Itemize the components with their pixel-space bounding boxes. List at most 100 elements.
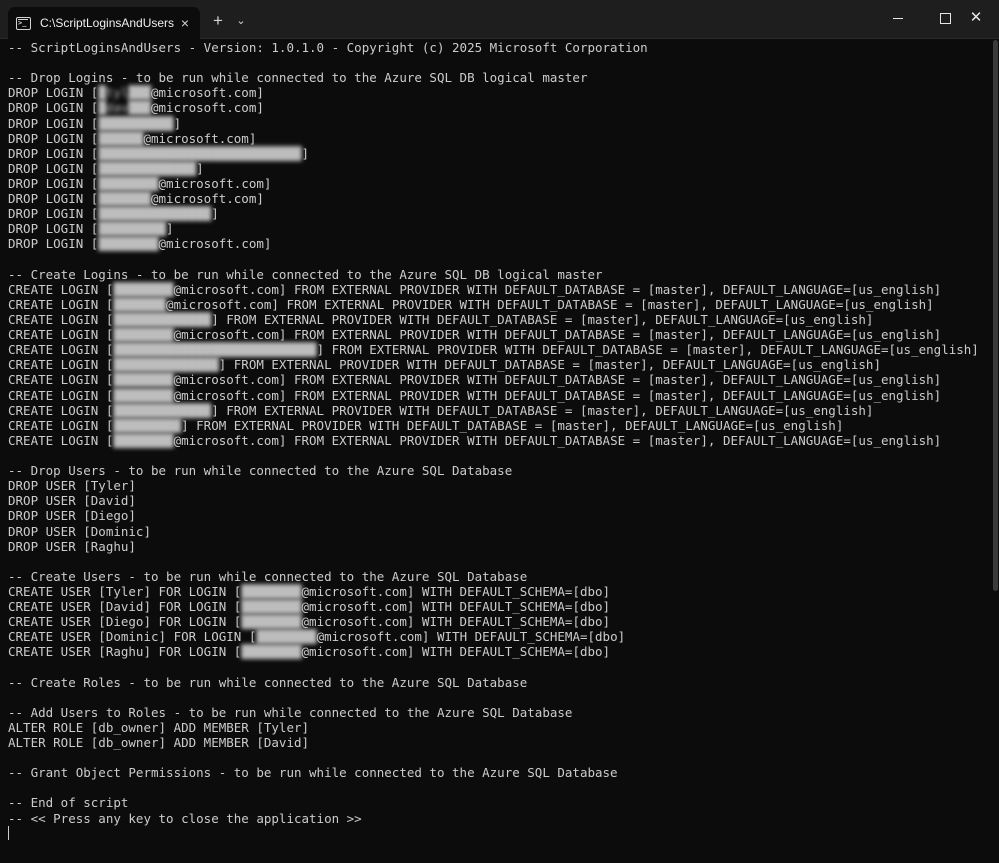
console-line: DROP USER [Dominic]: [8, 524, 992, 539]
console-line: -- << Press any key to close the applica…: [8, 811, 992, 826]
console-text: -- Add Users to Roles - to be run while …: [8, 704, 573, 720]
console-line: -- ScriptLoginsAndUsers - Version: 1.0.1…: [8, 40, 992, 55]
redacted-name: ███████████████: [98, 206, 212, 222]
console-text: ]: [166, 221, 174, 237]
console-text: @microsoft.com]: [151, 191, 264, 207]
console-text: ] FROM EXTERNAL PROVIDER WITH DEFAULT_DA…: [316, 342, 979, 358]
scrollbar[interactable]: [992, 40, 998, 860]
console-text: CREATE LOGIN [: [8, 402, 114, 418]
redacted-name: ██████████████: [113, 357, 219, 373]
console-text: @microsoft.com] FROM EXTERNAL PROVIDER W…: [173, 327, 942, 343]
redacted-name: █████████: [98, 221, 167, 237]
minimize-icon[interactable]: [875, 0, 921, 36]
title-bar: C:\ScriptLoginsAndUsers\Scrip × + ⌄ ✕: [0, 0, 999, 39]
console-text: CREATE LOGIN [: [8, 357, 114, 373]
redacted-name: ███████: [98, 191, 151, 207]
console-text: @microsoft.com] FROM EXTERNAL PROVIDER W…: [173, 281, 942, 297]
console-text: -- Create Logins - to be run while conne…: [8, 266, 603, 282]
redacted-name: ████████: [241, 644, 302, 660]
console-text: DROP USER [Raghu]: [8, 538, 136, 554]
redacted-name: ████████: [98, 236, 159, 252]
console-text: DROP USER [David]: [8, 493, 136, 509]
plus-icon[interactable]: +: [208, 11, 228, 31]
console-line: CREATE LOGIN [█████████████] FROM EXTERN…: [8, 312, 992, 327]
console-line: DROP USER [Diego]: [8, 508, 992, 523]
console-text: -- End of script: [8, 795, 129, 811]
console-text: @microsoft.com]: [158, 175, 272, 191]
console-text: @microsoft.com] FROM EXTERNAL PROVIDER W…: [173, 432, 942, 448]
console-text: @microsoft.com] WITH DEFAULT_SCHEMA=[dbo…: [301, 599, 611, 615]
console-text: DROP LOGIN [: [8, 160, 99, 176]
console-line: CREATE LOGIN [████████@microsoft.com] FR…: [8, 327, 992, 342]
console-line: DROP LOGIN [███████████████████████████]: [8, 146, 992, 161]
console-text: CREATE LOGIN [: [8, 372, 114, 388]
console-text: ALTER ROLE [db_owner] ADD MEMBER [Tyler]: [8, 719, 310, 735]
console-line: CREATE LOGIN [██████████████] FROM EXTER…: [8, 357, 992, 372]
redacted-name: ████████: [241, 614, 302, 630]
tab-title: C:\ScriptLoginsAndUsers\Scrip: [40, 16, 174, 30]
redacted-name: ████████: [98, 175, 159, 191]
console-text: CREATE LOGIN [: [8, 342, 114, 358]
console-text: DROP LOGIN [: [8, 130, 99, 146]
console-line: -- Add Users to Roles - to be run while …: [8, 705, 992, 720]
console-text: CREATE LOGIN [: [8, 296, 114, 312]
terminal-tab[interactable]: C:\ScriptLoginsAndUsers\Scrip ×: [8, 7, 200, 39]
console-line: -- Create Users - to be run while connec…: [8, 569, 992, 584]
console-text: CREATE USER [Raghu] FOR LOGIN [: [8, 644, 242, 660]
console-text: ] FROM EXTERNAL PROVIDER WITH DEFAULT_DA…: [181, 417, 844, 433]
redacted-name: ████████: [241, 599, 302, 615]
console-line: -- Drop Logins - to be run while connect…: [8, 70, 992, 85]
redacted-name: ██████: [98, 130, 144, 146]
console-text: CREATE LOGIN [: [8, 432, 114, 448]
console-text: DROP USER [Tyler]: [8, 478, 136, 494]
chevron-down-icon[interactable]: ⌄: [231, 11, 251, 31]
redacted-name: █████████████: [98, 160, 197, 176]
console-text: DROP LOGIN [: [8, 175, 99, 191]
redacted-name: █████████████: [113, 402, 212, 418]
console-text: @microsoft.com] FROM EXTERNAL PROVIDER W…: [173, 372, 942, 388]
redacted-name: ████████: [256, 629, 317, 645]
close-icon[interactable]: ×: [178, 15, 192, 31]
console-line: CREATE USER [David] FOR LOGIN [████████@…: [8, 599, 992, 614]
close-window-icon[interactable]: ✕: [953, 0, 999, 36]
console-line: DROP USER [Tyler]: [8, 478, 992, 493]
console-line: ALTER ROLE [db_owner] ADD MEMBER [David]: [8, 735, 992, 750]
console-text: @microsoft.com] WITH DEFAULT_SCHEMA=[dbo…: [301, 583, 611, 599]
console-text: DROP USER [Diego]: [8, 508, 136, 524]
console-line: -- Drop Users - to be run while connecte…: [8, 463, 992, 478]
console-text: -- << Press any key to close the applica…: [8, 810, 362, 826]
console-line: CREATE LOGIN [██████████████████████████…: [8, 342, 992, 357]
console-line: CREATE LOGIN [████████@microsoft.com] FR…: [8, 388, 992, 403]
console-line: CREATE USER [Diego] FOR LOGIN [████████@…: [8, 614, 992, 629]
console-text: ] FROM EXTERNAL PROVIDER WITH DEFAULT_DA…: [211, 311, 874, 327]
console-text: -- Drop Users - to be run while connecte…: [8, 463, 513, 479]
console-text: @microsoft.com]: [158, 236, 272, 252]
console-text: CREATE LOGIN [: [8, 327, 114, 343]
console-line: DROP LOGIN [████████@microsoft.com]: [8, 176, 992, 191]
console-text: CREATE USER [Tyler] FOR LOGIN [: [8, 583, 242, 599]
console-line: ALTER ROLE [db_owner] ADD MEMBER [Tyler]: [8, 720, 992, 735]
console-text: ] FROM EXTERNAL PROVIDER WITH DEFAULT_DA…: [211, 402, 874, 418]
console-text: @microsoft.com]: [151, 100, 264, 116]
console-line: CREATE LOGIN [█████████] FROM EXTERNAL P…: [8, 418, 992, 433]
console-line: DROP USER [David]: [8, 493, 992, 508]
console-text: DROP USER [Dominic]: [8, 523, 151, 539]
scroll-thumb[interactable]: [993, 40, 998, 591]
console-text: @microsoft.com] WITH DEFAULT_SCHEMA=[dbo…: [301, 614, 611, 630]
console-text: DROP LOGIN [: [8, 221, 99, 237]
console-text: @microsoft.com]: [143, 130, 257, 146]
console-output[interactable]: -- ScriptLoginsAndUsers - Version: 1.0.1…: [8, 40, 992, 860]
console-line: DROP LOGIN [██████@microsoft.com]: [8, 131, 992, 146]
console-text: DROP LOGIN [: [8, 85, 99, 101]
console-line: CREATE LOGIN [█████████████] FROM EXTERN…: [8, 403, 992, 418]
console-text: ]: [301, 145, 310, 161]
console-text: DROP LOGIN [: [8, 100, 99, 116]
console-line: CREATE LOGIN [████████@microsoft.com] FR…: [8, 372, 992, 387]
console-text: @microsoft.com] WITH DEFAULT_SCHEMA=[dbo…: [316, 629, 626, 645]
